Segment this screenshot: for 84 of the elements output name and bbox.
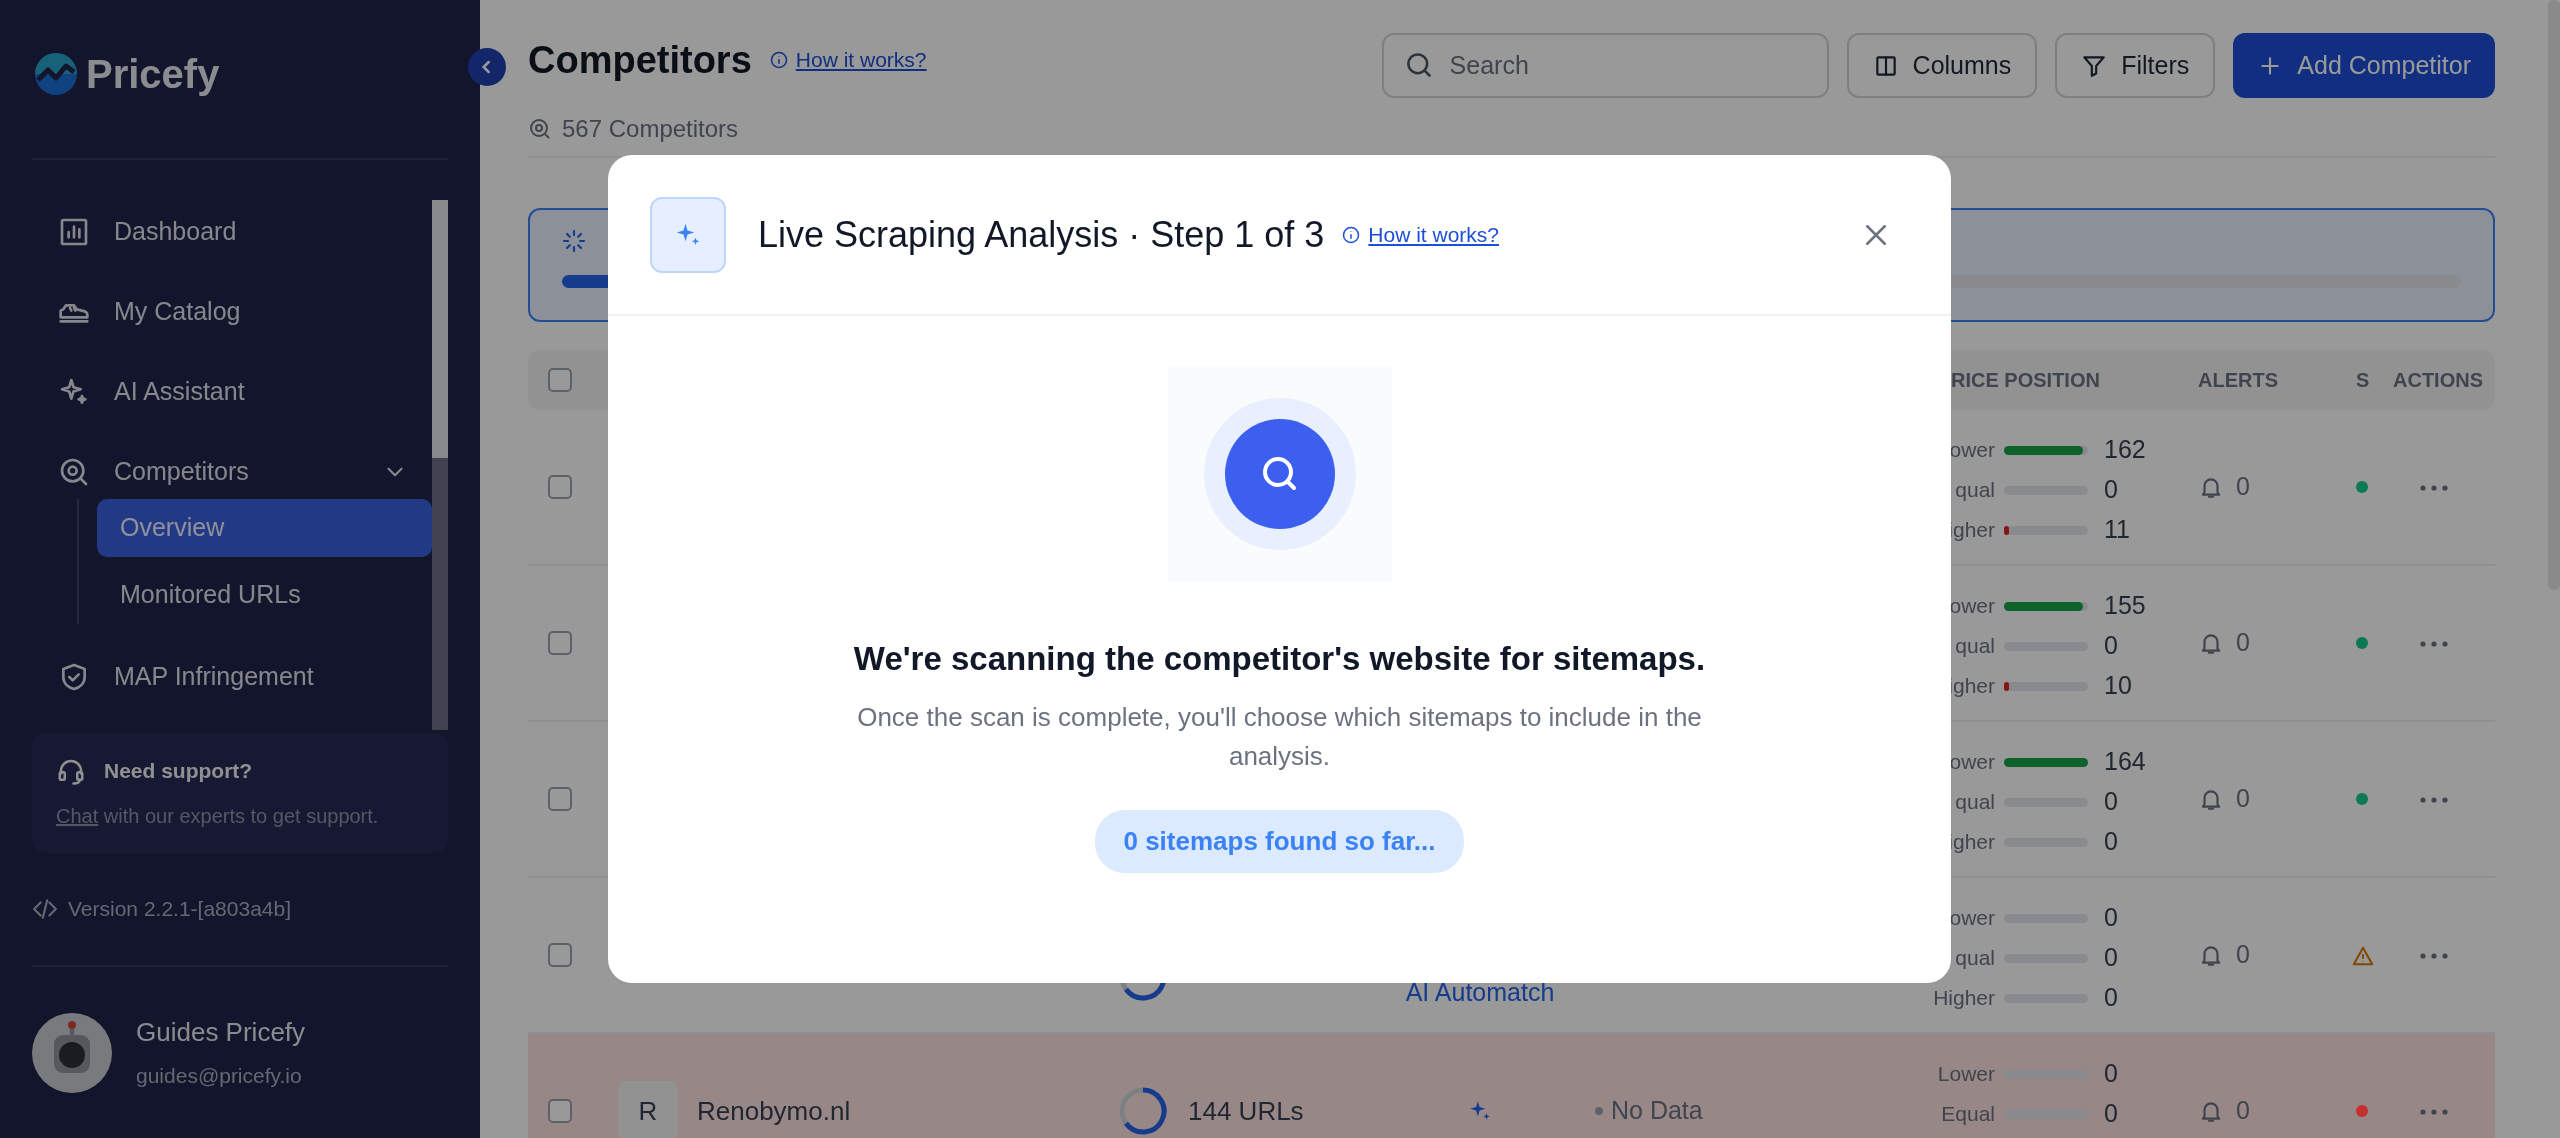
support-title: Need support? (104, 758, 253, 784)
alert-count: 0 (2236, 1095, 2250, 1127)
price-count: 0 (2104, 826, 2118, 858)
price-label: Equal (1940, 1101, 1995, 1128)
price-count: 10 (2104, 670, 2132, 702)
scrollbar[interactable] (432, 200, 448, 730)
column-header[interactable]: ALERTS (2180, 365, 2340, 395)
help-link[interactable]: How it works? (795, 44, 927, 76)
competitor-name: Renobymo.nl (697, 1094, 851, 1128)
checkbox[interactable] (548, 368, 572, 392)
price-label: ower (1948, 749, 1995, 776)
status-dot (1595, 1107, 1603, 1115)
alert-count: 0 (2236, 783, 2250, 815)
price-label: Higher (1932, 985, 1995, 1012)
nav-item[interactable]: My Catalog (32, 280, 432, 344)
price-label: Lower (1936, 1061, 1995, 1088)
info-icon (769, 51, 788, 69)
checkbox[interactable] (548, 943, 572, 967)
checkbox[interactable] (548, 475, 572, 499)
scan-icon (1203, 398, 1356, 550)
nav-subitem[interactable]: Overview (97, 499, 432, 557)
price-count: 0 (2104, 1058, 2118, 1090)
alert-count: 0 (2236, 627, 2250, 659)
price-count: 162 (2104, 434, 2146, 466)
user-email: guides@pricefy.io (136, 1063, 303, 1090)
column-header[interactable]: S (2340, 365, 2385, 395)
version-text: Version 2.2.1-[a803a4b] (68, 896, 291, 922)
logo-icon (32, 50, 80, 98)
price-count: 0 (2104, 1098, 2118, 1130)
modal-text: Once the scan is complete, you'll choose which sitemaps to include in the analysis. (856, 700, 1703, 773)
sitemap-count: 0 sitemaps found so far... (1095, 809, 1464, 873)
alert-count: 0 (2236, 471, 2250, 503)
more-icon (2419, 952, 2449, 961)
price-count: 164 (2104, 746, 2146, 778)
price-count: 0 (2104, 786, 2118, 818)
support-text: Chat with our experts to get support. (56, 803, 380, 829)
bar-chart-icon (58, 216, 90, 248)
price-label: qual (1954, 945, 1995, 972)
modal-heading: We're scanning the competitor's website for sitemaps. (853, 639, 1706, 679)
checkbox[interactable] (548, 787, 572, 811)
price-label: qual (1954, 789, 1995, 816)
add-button[interactable]: Add Competitor (2233, 33, 2495, 98)
nav-item[interactable]: MAP Infringement (32, 645, 432, 709)
price-label: ower (1948, 437, 1995, 464)
avatar-icon (32, 1012, 112, 1093)
alert-count: 0 (2236, 939, 2250, 971)
help-link[interactable]: How it works? (1368, 218, 1500, 251)
competitor-count: 567 Competitors (562, 114, 739, 144)
price-count: 0 (2104, 630, 2118, 662)
price-count: 11 (2104, 514, 2130, 546)
page-title: Competitors (528, 37, 752, 83)
nav-item[interactable]: AI Assistant (32, 360, 432, 424)
user-name: Guides Pricefy (136, 1016, 306, 1050)
price-label: ower (1948, 905, 1995, 932)
price-count: 0 (2104, 982, 2118, 1014)
more-icon (2419, 796, 2449, 805)
price-count: 155 (2104, 590, 2146, 622)
modal-title: Live Scraping Analysis · Step 1 of 3 (758, 212, 1325, 257)
price-label: ower (1948, 593, 1995, 620)
data-status: No Data (1611, 1095, 1703, 1127)
search-field[interactable]: Search (1381, 33, 1829, 98)
price-label: qual (1954, 633, 1995, 660)
sparkle-icon (650, 196, 726, 273)
url-count: 144 URLs (1188, 1094, 1304, 1128)
columns-button[interactable]: Columns (1846, 33, 2038, 98)
checkbox[interactable] (548, 1099, 572, 1123)
price-count: 0 (2104, 942, 2118, 974)
checkbox[interactable] (548, 631, 572, 655)
nav-subitem[interactable]: Monitored URLs (97, 566, 432, 624)
more-icon (2419, 1108, 2449, 1117)
competitor-avatar: R (617, 1080, 679, 1138)
more-icon (2419, 640, 2449, 649)
price-count: 0 (2104, 474, 2118, 506)
info-icon (1342, 225, 1361, 244)
spinner-icon (562, 228, 586, 253)
more-icon (2419, 484, 2449, 493)
filters-button[interactable]: Filters (2055, 33, 2216, 98)
price-count: 0 (2104, 902, 2118, 934)
nav-item[interactable]: Dashboard (32, 200, 432, 264)
column-header[interactable]: ACTIONS (2385, 365, 2495, 395)
search-icon (58, 456, 90, 488)
search-icon (528, 117, 552, 141)
brand-name: Pricefy (86, 51, 220, 98)
price-label: qual (1954, 477, 1995, 504)
